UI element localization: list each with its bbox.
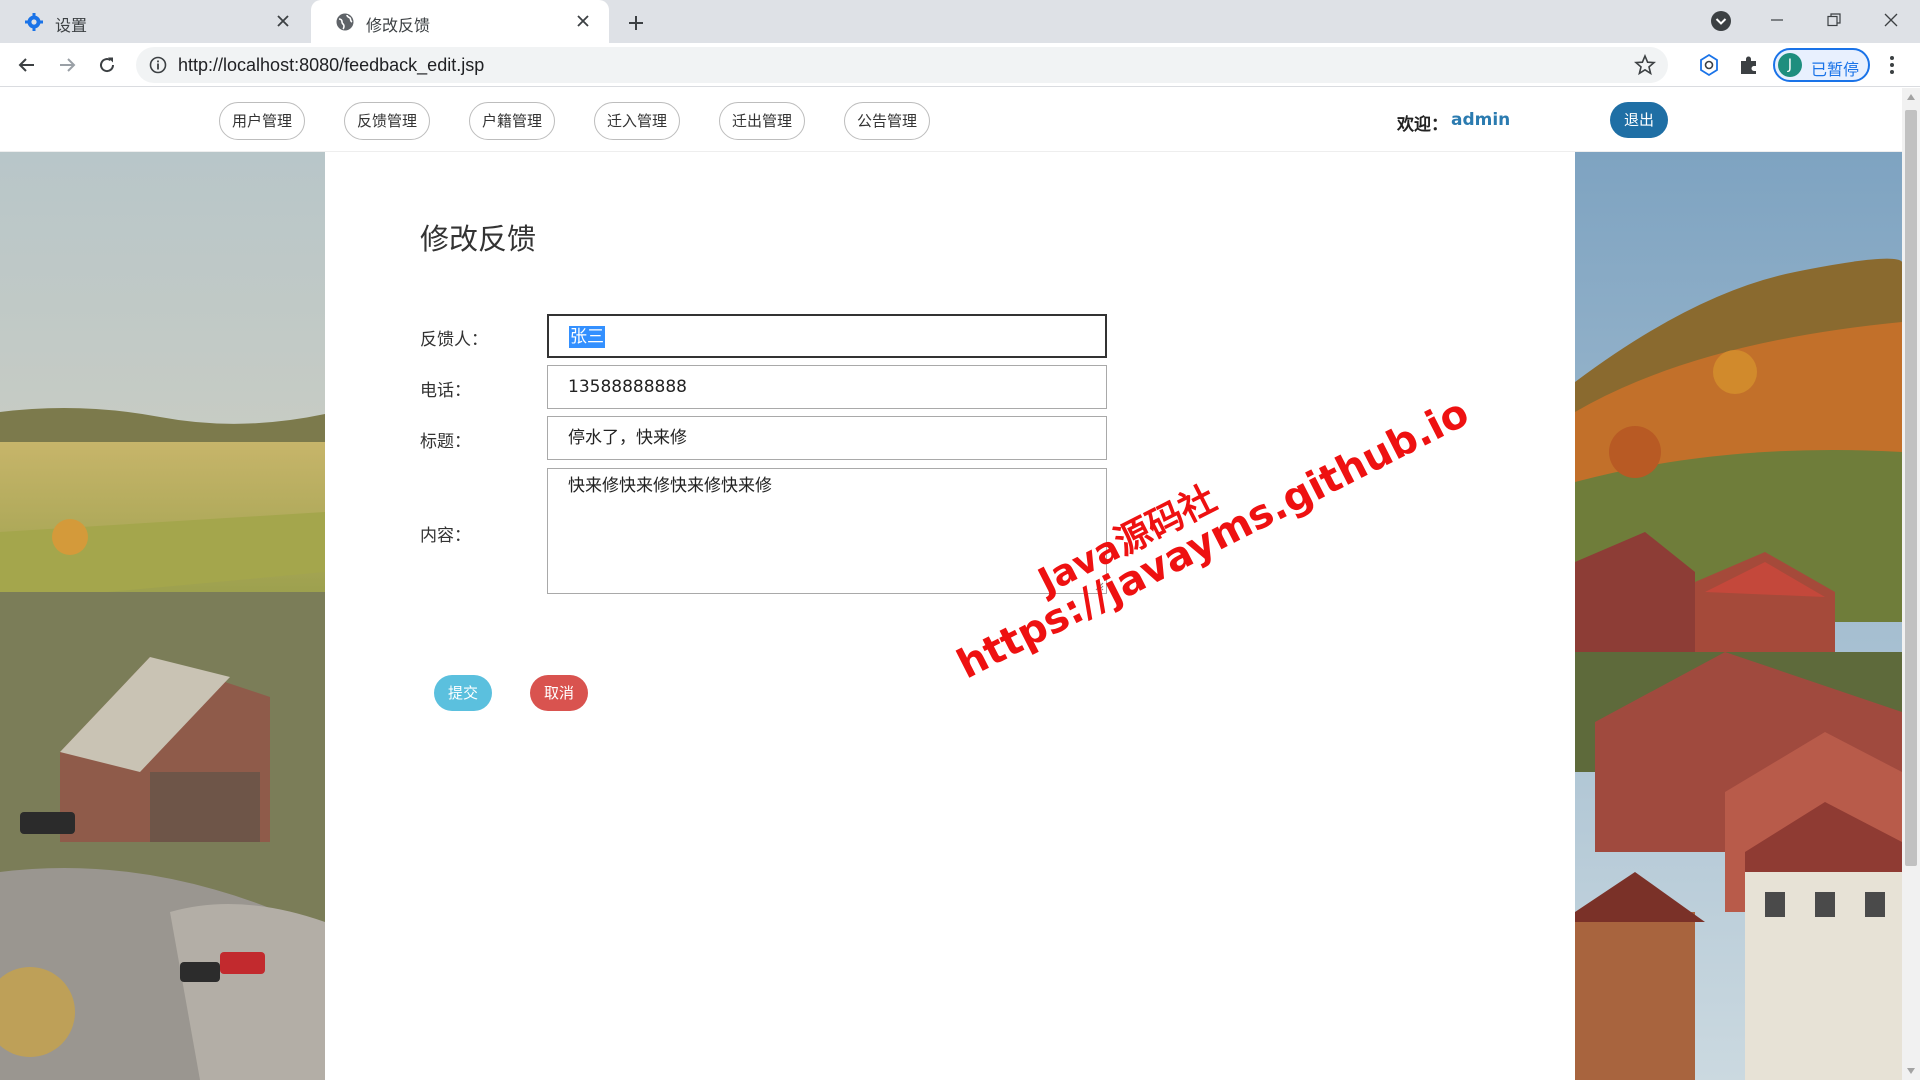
- star-icon[interactable]: [1633, 53, 1657, 76]
- arrow-right-icon: [60, 58, 76, 72]
- tab-feedback-edit[interactable]: 修改反馈: [311, 0, 609, 43]
- back-button[interactable]: [11, 49, 43, 81]
- phone-input[interactable]: 13588888888: [547, 365, 1107, 409]
- nav-move-in-management[interactable]: 迁入管理: [594, 102, 681, 140]
- arrow-left-icon: [18, 58, 34, 72]
- page-viewport: 用户管理 反馈管理 户籍管理 迁入管理 迁出管理 公告管理 欢迎： admin …: [0, 88, 1920, 1080]
- content-textarea[interactable]: 快来修快来修快来修快来修: [547, 468, 1107, 594]
- gear-icon: [24, 12, 44, 32]
- nav-user-management[interactable]: 用户管理: [219, 102, 306, 140]
- reload-button[interactable]: [91, 49, 123, 81]
- nav-announcement-management[interactable]: 公告管理: [844, 102, 931, 140]
- tab-title: 设置: [55, 16, 88, 35]
- profile-status: 已暂停: [1811, 60, 1860, 79]
- scroll-up-icon[interactable]: [1907, 94, 1915, 100]
- nav-move-out-management[interactable]: 迁出管理: [719, 102, 806, 140]
- window-close-button[interactable]: [1868, 0, 1914, 40]
- profile-button[interactable]: J 已暂停: [1773, 48, 1870, 82]
- page-scrollbar[interactable]: [1902, 88, 1920, 1080]
- new-tab-button[interactable]: [622, 9, 650, 37]
- content-label: 内容：: [420, 526, 471, 546]
- phone-value: 13588888888: [568, 377, 687, 397]
- tab-settings[interactable]: 设置: [0, 0, 309, 43]
- address-bar[interactable]: http://localhost:8080/feedback_edit.jsp: [136, 47, 1668, 83]
- nav-household-management[interactable]: 户籍管理: [469, 102, 556, 140]
- more-vert-icon[interactable]: [1880, 53, 1904, 77]
- top-navigation: 用户管理 反馈管理 户籍管理 迁入管理 迁出管理 公告管理 欢迎： admin …: [0, 88, 1902, 152]
- browser-tabstrip: 设置 修改反馈: [0, 0, 1920, 43]
- submit-button[interactable]: 提交: [434, 675, 492, 711]
- puzzle-icon[interactable]: [1737, 53, 1761, 77]
- landscape-photo-left: [0, 152, 325, 1080]
- page-title: 修改反馈: [420, 222, 537, 256]
- plus-icon: [629, 16, 643, 30]
- nav-feedback-management[interactable]: 反馈管理: [344, 102, 431, 140]
- extension-icon[interactable]: [1697, 53, 1721, 77]
- welcome-label: 欢迎：: [1397, 115, 1448, 135]
- close-icon: [1884, 13, 1898, 27]
- scrollbar-thumb[interactable]: [1905, 110, 1917, 866]
- avatar: J: [1778, 53, 1802, 77]
- info-icon[interactable]: [148, 55, 168, 75]
- minimize-button[interactable]: [1754, 0, 1800, 40]
- landscape-photo-right: [1575, 152, 1902, 1080]
- name-input[interactable]: 张三: [547, 314, 1107, 358]
- content-value: 快来修快来修快来修快来修: [568, 476, 772, 496]
- restore-icon: [1827, 13, 1841, 27]
- subject-value: 停水了，快来修: [568, 428, 687, 448]
- reload-icon: [100, 57, 115, 73]
- tab-title: 修改反馈: [366, 16, 431, 35]
- name-value: 张三: [569, 326, 605, 348]
- minimize-icon: [1771, 19, 1783, 21]
- tab-search-button[interactable]: [1710, 10, 1732, 32]
- close-icon[interactable]: [571, 9, 595, 33]
- subject-input[interactable]: 停水了，快来修: [547, 416, 1107, 460]
- cancel-button[interactable]: 取消: [530, 675, 588, 711]
- url-text: http://localhost:8080/feedback_edit.jsp: [178, 55, 485, 75]
- scroll-down-icon[interactable]: [1907, 1068, 1915, 1074]
- logout-button[interactable]: 退出: [1610, 102, 1668, 138]
- globe-icon: [335, 12, 355, 32]
- forward-button[interactable]: [51, 49, 83, 81]
- subject-label: 标题：: [420, 432, 471, 452]
- name-label: 反馈人：: [420, 330, 488, 350]
- current-username: admin: [1451, 110, 1511, 130]
- restore-button[interactable]: [1811, 0, 1857, 40]
- chevron-down-icon: [1711, 11, 1731, 31]
- browser-toolbar: http://localhost:8080/feedback_edit.jsp …: [0, 43, 1920, 87]
- phone-label: 电话：: [420, 381, 471, 401]
- close-icon[interactable]: [271, 9, 295, 33]
